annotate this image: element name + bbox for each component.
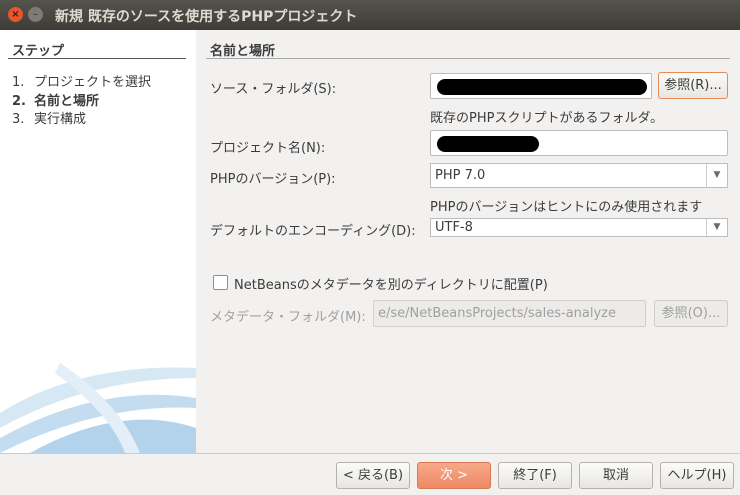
metadata-folder-label: メタデータ・フォルダ(M):: [210, 310, 366, 325]
minimize-icon[interactable]: –: [28, 7, 43, 22]
window-title: 新規 既存のソースを使用するPHPプロジェクト: [55, 9, 358, 25]
next-button[interactable]: 次 >: [417, 462, 491, 489]
project-name-label: プロジェクト名(N):: [210, 141, 326, 156]
steps-divider: [8, 58, 186, 59]
back-button[interactable]: < 戻る(B): [336, 462, 410, 489]
source-folder-hint: 既存のPHPスクリプトがあるフォルダ。: [430, 111, 664, 126]
metadata-browse-button[interactable]: 参照(O)...: [654, 300, 728, 327]
source-folder-label: ソース・フォルダ(S):: [210, 82, 337, 97]
panel-title: 名前と場所: [210, 44, 276, 59]
php-version-value: PHP 7.0: [435, 168, 486, 183]
cancel-button[interactable]: 取消: [579, 462, 653, 489]
step-item: 1. プロジェクトを選択: [12, 75, 152, 90]
php-version-label: PHPのバージョン(P):: [210, 172, 336, 187]
metadata-checkbox-label[interactable]: NetBeansのメタデータを別のディレクトリに配置(P): [234, 274, 548, 293]
step-item-active: 2. 名前と場所: [12, 94, 100, 109]
step-item: 3. 実行構成: [12, 112, 87, 127]
project-name-field[interactable]: [430, 130, 728, 156]
metadata-folder-field[interactable]: e/se/NetBeansProjects/sales-analyze: [373, 300, 646, 327]
finish-button[interactable]: 終了(F): [498, 462, 572, 489]
source-folder-field[interactable]: [430, 73, 652, 99]
steps-panel: ステップ 1. プロジェクトを選択 2. 名前と場所 3. 実行構成: [0, 30, 196, 453]
footer-divider: [0, 453, 740, 454]
redaction-mark: [437, 79, 647, 95]
panel-divider: [206, 58, 730, 59]
metadata-checkbox[interactable]: [213, 275, 228, 290]
redaction-mark: [437, 136, 539, 152]
encoding-label: デフォルトのエンコーディング(D):: [210, 224, 416, 239]
close-icon[interactable]: ×: [8, 7, 23, 22]
help-button[interactable]: ヘルプ(H): [660, 462, 734, 489]
encoding-value: UTF-8: [435, 220, 473, 235]
chevron-down-icon: ▼: [706, 219, 727, 236]
chevron-down-icon: ▼: [706, 164, 727, 187]
php-version-hint: PHPのバージョンはヒントにのみ使用されます: [430, 200, 703, 215]
browse-button[interactable]: 参照(R)...: [658, 72, 728, 99]
wizard-art-image: [0, 363, 196, 453]
steps-title: ステップ: [12, 44, 65, 59]
encoding-select[interactable]: UTF-8 ▼: [430, 218, 728, 237]
title-bar: × – 新規 既存のソースを使用するPHPプロジェクト: [0, 0, 740, 30]
php-version-select[interactable]: PHP 7.0 ▼: [430, 163, 728, 188]
